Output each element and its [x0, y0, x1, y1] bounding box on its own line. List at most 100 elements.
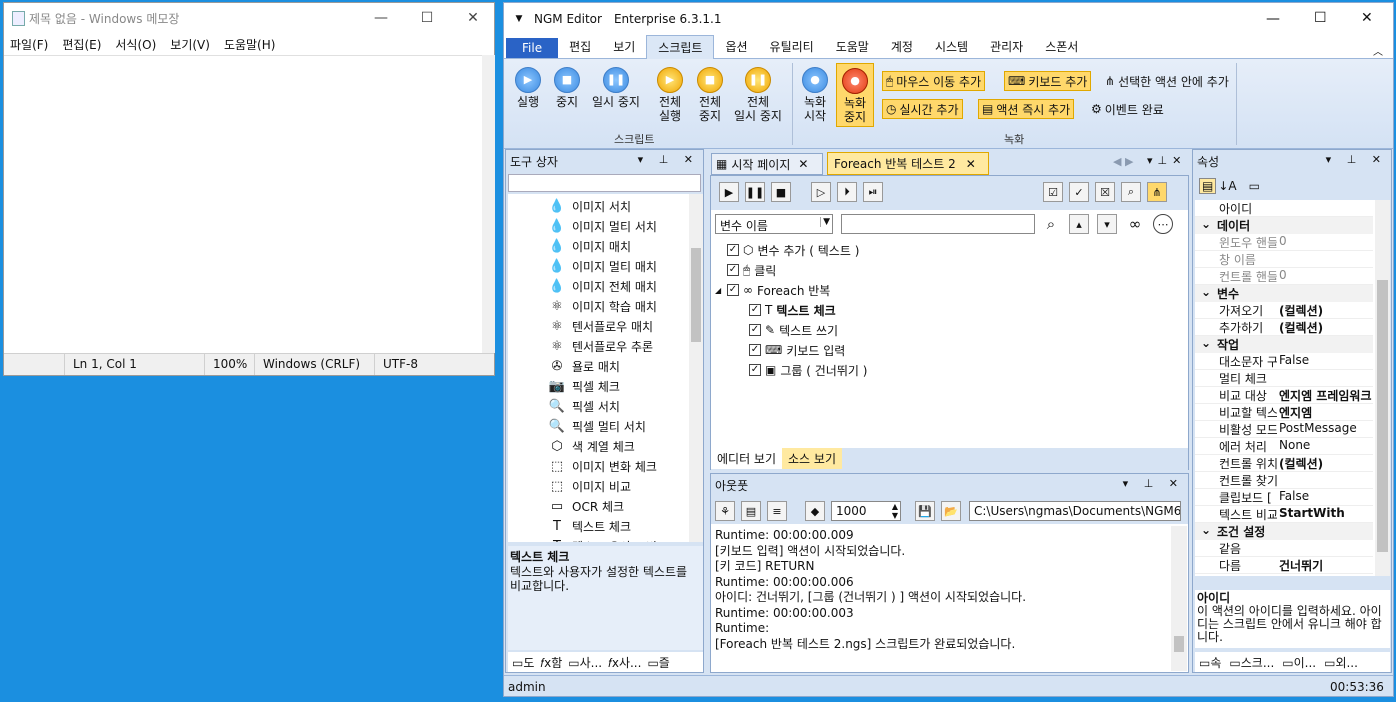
pause-icon[interactable]: ❚❚ [745, 182, 765, 202]
tab-file[interactable]: File [506, 38, 559, 58]
close-button[interactable]: ✕ [450, 3, 496, 33]
tab-editor-view[interactable]: 에디터 보기 [711, 448, 783, 469]
toolbox-item[interactable]: 🔍 픽셀 서치 [548, 396, 689, 416]
property-row[interactable]: 윈도우 핸들 0 [1195, 234, 1373, 251]
property-row[interactable]: 비교할 텍스트엔지엠 [1195, 404, 1373, 421]
folder-icon[interactable]: 📂 [941, 501, 961, 521]
tab-view[interactable]: 보기 [602, 35, 646, 58]
checkbox[interactable]: ✓ [727, 264, 739, 276]
toolbox-search-input[interactable] [508, 174, 701, 192]
checkbox[interactable]: ✓ [727, 244, 739, 256]
sort-az-icon[interactable]: ↓A [1218, 179, 1236, 193]
expander-icon[interactable]: ◢ [715, 286, 721, 295]
property-row[interactable]: 클립보드 [False [1195, 489, 1373, 506]
property-value[interactable]: (컬렉션) [1279, 319, 1373, 335]
toolbox-item[interactable]: ⚛ 텐서플로우 매치 [548, 316, 689, 336]
toolbox-item[interactable]: T 텍스트 체크 [548, 516, 689, 536]
pane-buttons[interactable]: ▾ ⊥ ✕ [1326, 153, 1387, 166]
action-tree-item[interactable]: ✓ T 텍스트 체크 [715, 300, 1185, 320]
tab-properties[interactable]: ▭속 [1199, 654, 1221, 671]
property-row[interactable]: 대소문자 구분False [1195, 353, 1373, 370]
menu-file[interactable]: 파일(F) [10, 36, 48, 53]
broom-icon[interactable]: ⚘ [715, 501, 735, 521]
more-icon[interactable]: ⋯ [1153, 214, 1173, 234]
tab-admin[interactable]: 관리자 [979, 35, 1034, 58]
tab-external[interactable]: ▭외... [1324, 654, 1358, 671]
search-icon[interactable]: ⌕ [1041, 214, 1061, 234]
collapse-ribbon-icon[interactable]: ︿ [1373, 43, 1383, 58]
property-category[interactable]: ⌄ 작업 [1195, 336, 1373, 353]
property-value[interactable]: 0 [1279, 234, 1373, 248]
toolbox-item[interactable]: ✇ 욜로 매치 [548, 356, 689, 376]
play-icon[interactable]: ▶ [719, 182, 739, 202]
uncheck-icon[interactable]: ☒ [1095, 182, 1115, 202]
variable-select[interactable]: 변수 이름 ▼ [715, 214, 833, 234]
pause-button[interactable]: ❚❚ 일시 중지 [588, 67, 644, 109]
close-icon[interactable]: ✕ [966, 157, 976, 171]
step-icon[interactable]: ▷ [811, 182, 831, 202]
collapse-icon[interactable]: ⌄ [1201, 523, 1211, 537]
checkbox[interactable]: ✓ [727, 284, 739, 296]
tab-help[interactable]: 도움말 [825, 35, 880, 58]
record-start-button[interactable]: ● 녹화 시작 [798, 67, 832, 123]
check-icon[interactable]: ✓ [1069, 182, 1089, 202]
add-realtime-button[interactable]: ◷ 실시간 추가 [882, 99, 963, 119]
property-pages-icon[interactable]: ▭ [1249, 179, 1260, 193]
action-tree-item[interactable]: ✓ 🖱 클릭 [715, 260, 1185, 280]
maximize-button[interactable]: ☐ [404, 3, 450, 33]
action-tree-item[interactable]: ✓ ▣ 그룹 ( 건너뛰기 ) [715, 360, 1185, 380]
collapse-icon[interactable]: ⌄ [1201, 336, 1211, 350]
toolbox-item[interactable]: ⚛ 이미지 학습 매치 [548, 296, 689, 316]
checkbox[interactable]: ✓ [749, 304, 761, 316]
toolbox-item[interactable]: 🔍 픽셀 멀티 서치 [548, 416, 689, 436]
stop-icon[interactable]: ■ [771, 182, 791, 202]
property-category[interactable]: ⌄ 데이터 [1195, 217, 1373, 234]
tab-scroll-icons[interactable]: ◀ ▶ [1113, 155, 1133, 168]
step-over-icon[interactable]: ⏯ [863, 182, 883, 202]
tab-user-func[interactable]: 𝑓x사... [608, 654, 641, 671]
close-button[interactable]: ✕ [1361, 10, 1373, 26]
property-value[interactable]: 0 [1279, 268, 1373, 282]
list-icon[interactable]: ≡ [767, 501, 787, 521]
editor-search-input[interactable] [841, 214, 1035, 234]
close-icon[interactable]: ✕ [798, 157, 808, 171]
property-row[interactable]: 컨트롤 핸들 0 [1195, 268, 1373, 285]
eraser-icon[interactable]: ◆ [805, 501, 825, 521]
property-row[interactable]: 에러 처리 None [1195, 438, 1373, 455]
tab-favorites[interactable]: ▭즐 [647, 654, 669, 671]
toolbox-item[interactable]: T 텍스트 유사도 비교 [548, 536, 689, 543]
property-row[interactable]: 아이디 [1195, 200, 1373, 217]
stop-button[interactable]: ■ 중지 [550, 67, 584, 109]
tab-script[interactable]: 스크립트 [646, 35, 715, 59]
record-stop-button[interactable]: ● 녹화 중지 [836, 63, 874, 127]
tab-edit[interactable]: 편집 [558, 35, 602, 58]
property-category[interactable]: ⌄ 변수 [1195, 285, 1373, 302]
property-value[interactable]: PostMessage [1279, 421, 1373, 435]
tab-start-page[interactable]: ▦ 시작 페이지 ✕ [711, 153, 823, 175]
tab-images[interactable]: ▭이... [1282, 654, 1316, 671]
property-scrollbar[interactable] [1375, 200, 1390, 576]
property-row[interactable]: 멀티 체크 [1195, 370, 1373, 387]
move-up-icon[interactable]: ▴ [1069, 214, 1089, 234]
toolbox-item[interactable]: 💧 이미지 서치 [548, 196, 689, 216]
menu-help[interactable]: 도움말(H) [224, 36, 276, 53]
property-value[interactable]: 엔지엠 프레임워크 [1279, 387, 1373, 403]
checkbox[interactable]: ✓ [749, 364, 761, 376]
notepad-text-area[interactable] [4, 55, 482, 353]
property-row[interactable]: 창 이름 [1195, 251, 1373, 268]
toolbox-scrollbar[interactable] [689, 194, 703, 542]
toolbox-item[interactable]: 💧 이미지 멀티 매치 [548, 256, 689, 276]
property-value[interactable]: (컬렉션) [1279, 302, 1373, 318]
stop-all-button[interactable]: ■ 전체 중지 [692, 67, 728, 123]
collapse-icon[interactable]: ⌄ [1201, 217, 1211, 231]
pause-all-button[interactable]: ❚❚ 전체 일시 중지 [730, 67, 786, 123]
tab-options[interactable]: 옵션 [714, 35, 758, 58]
property-row[interactable]: 비교 대상 엔지엠 프레임워크 [1195, 387, 1373, 404]
line-count-stepper[interactable]: 1000 ▲ ▼ [831, 501, 901, 521]
property-value[interactable]: (컬렉션) [1279, 455, 1373, 471]
toolbox-item[interactable]: 💧 이미지 멀티 서치 [548, 216, 689, 236]
pane-buttons[interactable]: ▾ ⊥ ✕ [1123, 477, 1184, 490]
notepad-scrollbar[interactable] [482, 55, 495, 353]
toolbox-item[interactable]: ⬚ 이미지 비교 [548, 476, 689, 496]
add-in-selected-button[interactable]: ⋔ 선택한 액션 안에 추가 [1102, 71, 1232, 91]
